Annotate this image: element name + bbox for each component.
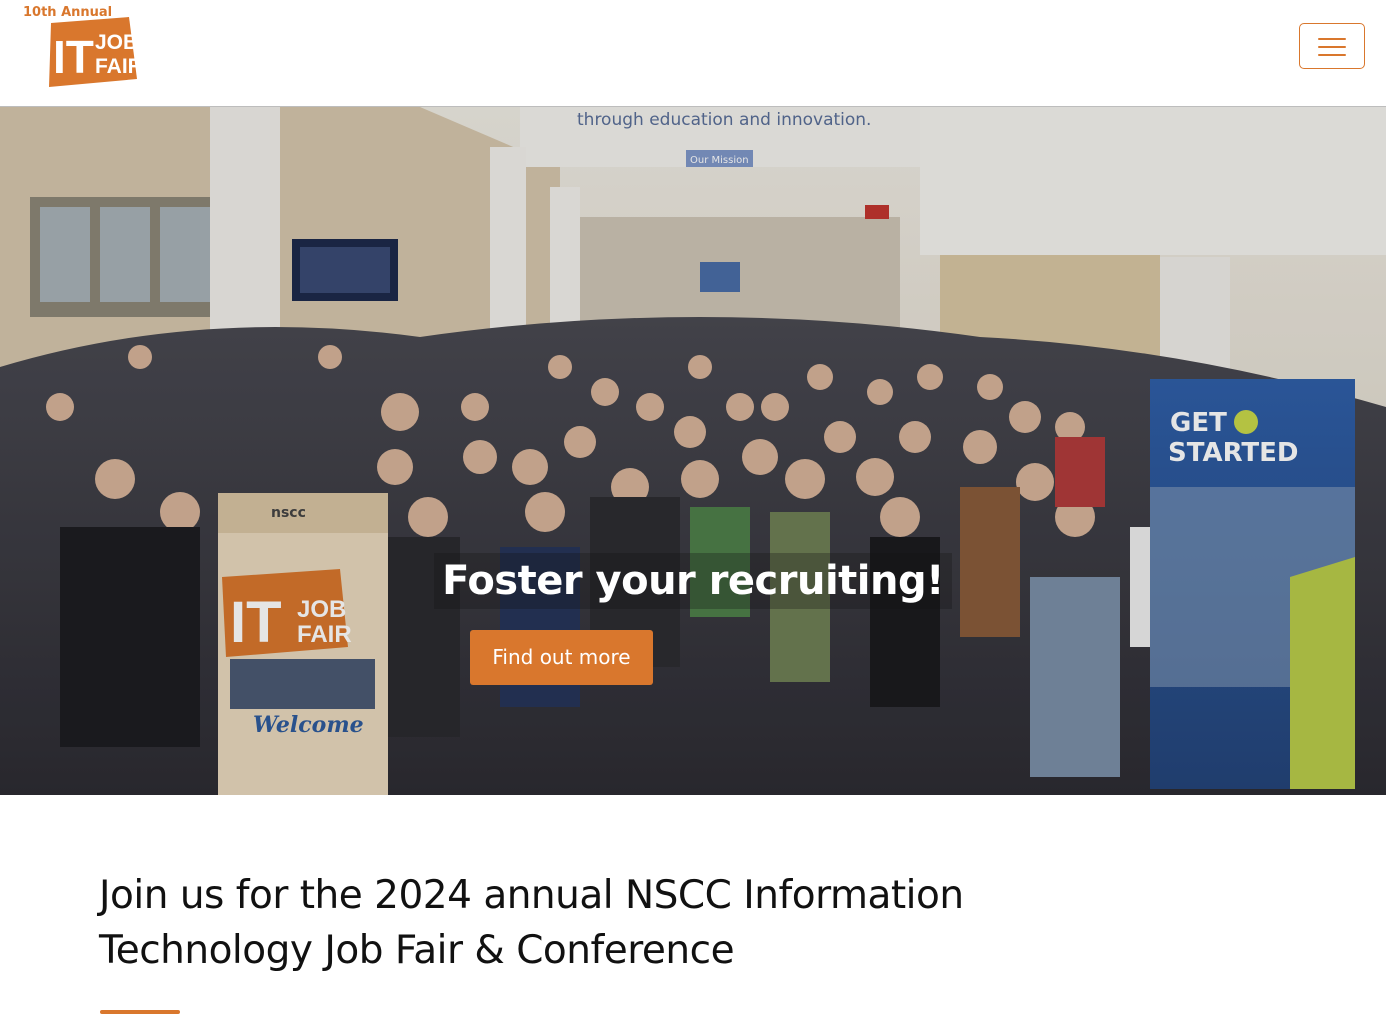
hero-carousel: nscc IT JOB FAIR Welcome GET STARTED thr… (0, 107, 1386, 795)
menu-toggle-button[interactable] (1299, 23, 1365, 69)
hamburger-icon-bar (1318, 38, 1346, 40)
intro-heading: Join us for the 2024 annual NSCC Informa… (99, 873, 964, 973)
find-out-more-button[interactable]: Find out more (470, 630, 653, 685)
heading-underline-divider (100, 1010, 180, 1014)
logo-link[interactable]: 10th Annual IT JOB FAIR (20, 3, 150, 91)
logo-fair-text: FAIR (95, 55, 139, 78)
hero-overlay (0, 107, 1386, 795)
hamburger-icon-bar (1318, 46, 1346, 48)
logo-job-text: JOB (95, 31, 138, 54)
it-job-fair-logo: IT JOB FAIR (49, 17, 139, 87)
hero-caption: Foster your recruiting! (0, 553, 1386, 609)
logo-it-text: IT (53, 31, 94, 83)
hamburger-icon-bar (1318, 54, 1346, 56)
site-header: 10th Annual IT JOB FAIR (0, 0, 1386, 107)
hero-headline: Foster your recruiting! (434, 553, 952, 609)
intro-section: Join us for the 2024 annual NSCC Informa… (0, 795, 1386, 1018)
